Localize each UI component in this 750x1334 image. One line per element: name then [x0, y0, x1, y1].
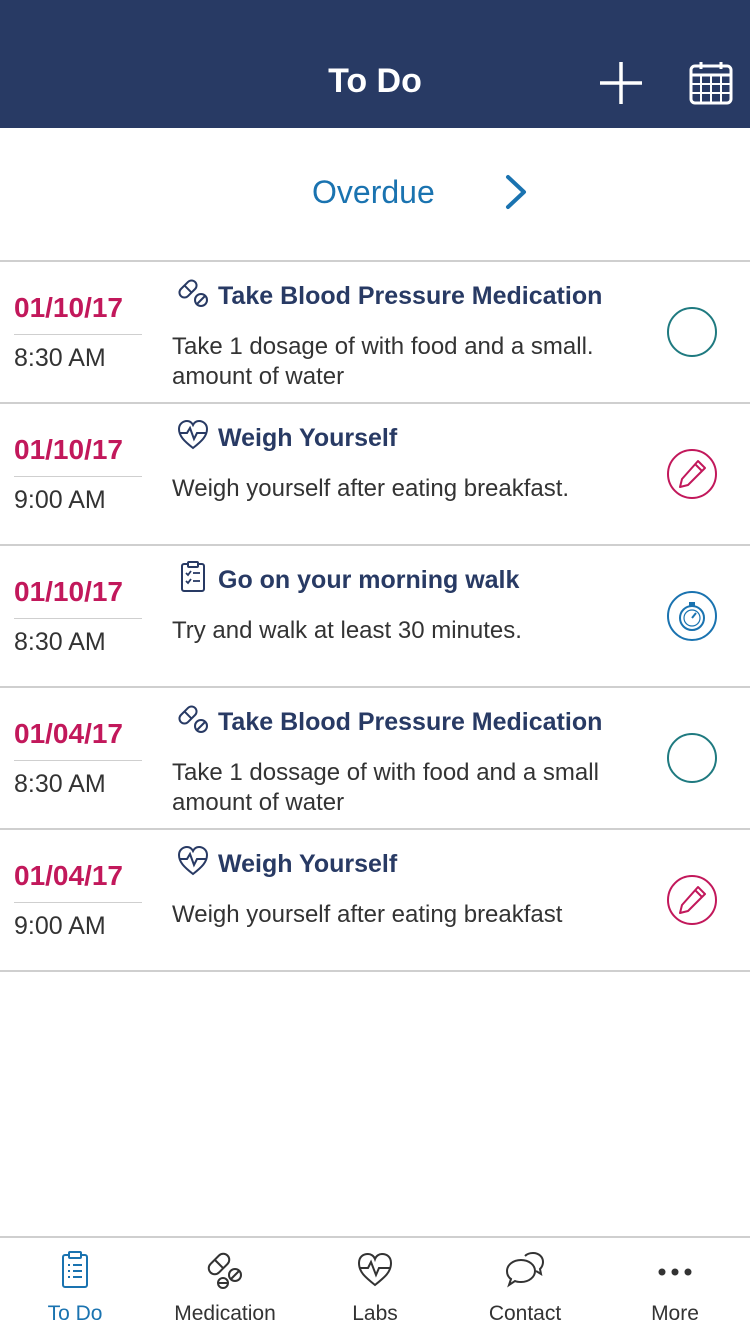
task-title: Take Blood Pressure Medication: [218, 282, 603, 310]
task-row[interactable]: 01/10/17 8:30 AM Take Blood Pressure Med…: [0, 262, 750, 404]
task-title: Weigh Yourself: [218, 424, 398, 452]
tab-label: More: [651, 1302, 699, 1325]
task-date: 01/10/17: [14, 292, 142, 335]
tab-label: Contact: [488, 1302, 562, 1325]
log-weight-button[interactable]: [666, 874, 718, 926]
task-time: 8:30 AM: [14, 344, 106, 372]
tab-bar: To Do Medication Labs Contact More: [0, 1236, 750, 1334]
task-description: Weigh yourself after eating breakfast: [172, 901, 563, 928]
tab-medication[interactable]: Medication: [150, 1238, 300, 1334]
clipboard-icon: [55, 1250, 95, 1290]
task-row[interactable]: 01/04/17 9:00 AM Weigh Yourself Weigh yo…: [0, 830, 750, 972]
pills-icon: [176, 276, 210, 310]
calendar-icon: [689, 62, 733, 105]
task-list: 01/10/17 8:30 AM Take Blood Pressure Med…: [0, 262, 750, 972]
chat-bubbles-icon: [505, 1250, 545, 1290]
tab-labs[interactable]: Labs: [300, 1238, 450, 1334]
tab-label: To Do: [47, 1302, 103, 1325]
empty-circle-icon: [667, 307, 717, 357]
task-time: 8:30 AM: [14, 770, 106, 798]
overdue-link[interactable]: Overdue: [0, 128, 750, 262]
pencil-circle-icon: [667, 875, 717, 925]
tab-label: Labs: [352, 1302, 398, 1325]
task-row[interactable]: 01/04/17 8:30 AM Take Blood Pressure Med…: [0, 688, 750, 830]
task-row[interactable]: 01/10/17 9:00 AM Weigh Yourself Weigh yo…: [0, 404, 750, 546]
task-description: Take 1 dosage of with food and a small. …: [172, 333, 594, 390]
task-title: Go on your morning walk: [218, 566, 520, 594]
empty-circle-icon: [667, 733, 717, 783]
task-date: 01/10/17: [14, 576, 142, 619]
pills-icon: [176, 702, 210, 736]
task-description: Try and walk at least 30 minutes.: [172, 617, 522, 644]
heart-pulse-icon: [176, 844, 210, 878]
calendar-button[interactable]: [686, 58, 736, 108]
task-title: Take Blood Pressure Medication: [218, 708, 603, 736]
task-date: 01/04/17: [14, 718, 142, 761]
task-date: 01/10/17: [14, 434, 142, 477]
task-description: Take 1 dossage of with food and a small …: [172, 759, 599, 816]
complete-toggle[interactable]: [666, 306, 718, 358]
pills-icon: [205, 1250, 245, 1290]
more-dots-icon: [655, 1250, 695, 1290]
task-time: 9:00 AM: [14, 486, 106, 514]
pencil-circle-icon: [667, 449, 717, 499]
checklist-icon: [176, 560, 210, 594]
task-row[interactable]: 01/10/17 8:30 AM Go on your morning walk…: [0, 546, 750, 688]
start-timer-button[interactable]: [666, 590, 718, 642]
task-title: Weigh Yourself: [218, 850, 398, 878]
heart-pulse-icon: [355, 1250, 395, 1290]
plus-icon: [600, 62, 642, 104]
log-weight-button[interactable]: [666, 448, 718, 500]
tab-label: Medication: [174, 1302, 276, 1325]
task-date: 01/04/17: [14, 860, 142, 903]
heart-pulse-icon: [176, 418, 210, 452]
stopwatch-icon: [667, 591, 717, 641]
task-time: 8:30 AM: [14, 628, 106, 656]
tab-contact[interactable]: Contact: [450, 1238, 600, 1334]
task-time: 9:00 AM: [14, 912, 106, 940]
tab-more[interactable]: More: [600, 1238, 750, 1334]
task-description: Weigh yourself after eating breakfast.: [172, 475, 570, 502]
tab-todo[interactable]: To Do: [0, 1238, 150, 1334]
app-header: To Do: [0, 0, 750, 128]
overdue-label: Overdue: [312, 174, 435, 210]
chevron-right-icon: [506, 175, 526, 209]
add-button[interactable]: [596, 58, 646, 108]
complete-toggle[interactable]: [666, 732, 718, 784]
